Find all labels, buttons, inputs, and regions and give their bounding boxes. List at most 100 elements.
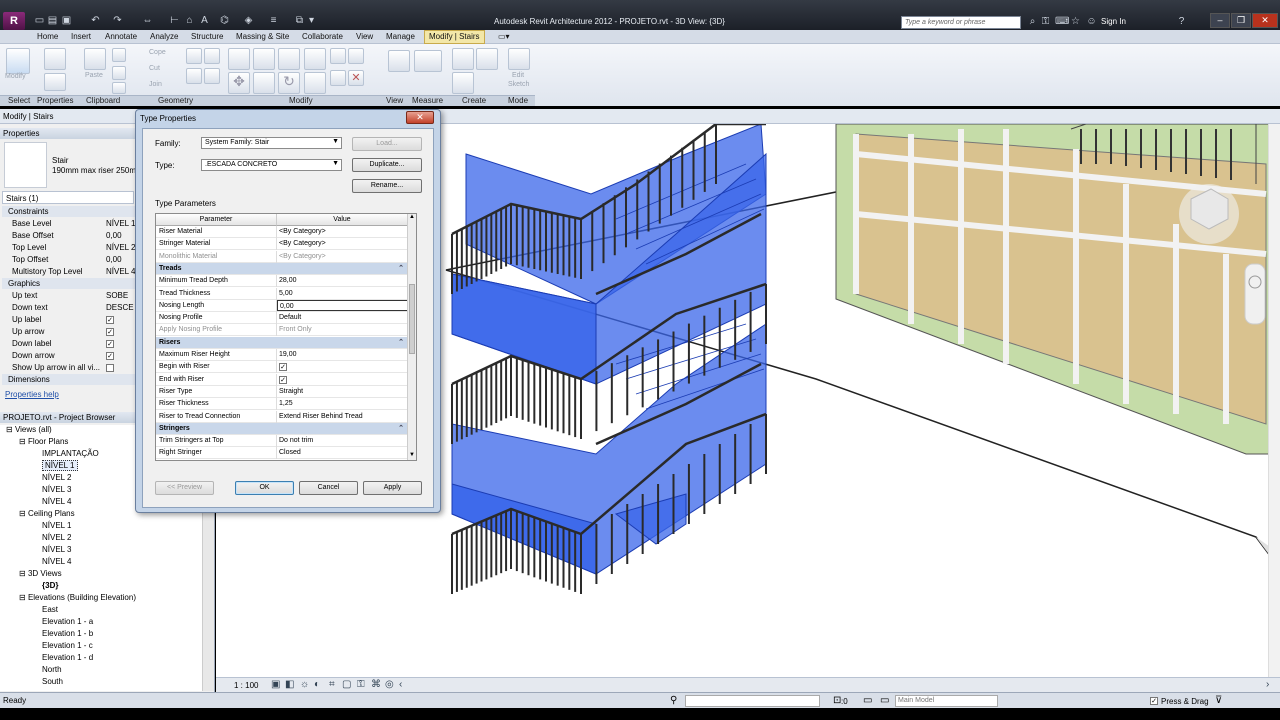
parameter-value[interactable]: Closed <box>279 447 301 458</box>
parameter-row[interactable]: Right Stringer Closed <box>156 447 408 460</box>
property-row[interactable]: Down arrow ✓ <box>2 350 136 362</box>
parameter-row[interactable]: Riser Type Straight <box>156 385 408 398</box>
parameter-value[interactable]: <By Category> <box>279 226 326 237</box>
temp-hide-icon[interactable]: ⌘ <box>371 679 381 690</box>
geometry-tool-icon[interactable] <box>186 48 202 64</box>
join-button[interactable]: Join <box>149 81 162 88</box>
favorites-icon[interactable]: ☆ <box>1070 16 1081 27</box>
browser-item[interactable]: ⊟ Floor Plans <box>19 437 68 446</box>
browser-item[interactable]: ⊟ 3D Views <box>19 569 62 578</box>
section-icon[interactable]: ◈ <box>243 15 254 26</box>
parameter-value[interactable]: Extend Riser Behind Tread <box>279 411 363 422</box>
parameter-value[interactable]: 1,25 <box>279 398 293 409</box>
browser-item[interactable]: NÍVEL 4 <box>42 557 72 566</box>
property-row[interactable]: Show Up arrow in all vi... <box>2 362 136 374</box>
create-group-icon[interactable] <box>476 48 498 70</box>
column-header-parameter[interactable]: Parameter <box>156 214 277 226</box>
browser-item[interactable]: ⊟ Elevations (Building Elevation) <box>19 593 136 602</box>
app-logo[interactable]: R <box>3 12 25 30</box>
parameter-value[interactable]: Do not trim <box>279 435 313 446</box>
rotate-icon[interactable]: ↻ <box>278 72 300 94</box>
tab-insert[interactable]: Insert <box>71 32 91 41</box>
load-button[interactable]: Load... <box>352 137 422 151</box>
instance-selector[interactable]: Stairs (1) <box>2 191 134 204</box>
detail-level-icon[interactable]: ▣ <box>271 679 280 690</box>
thin-lines-icon[interactable]: ≡ <box>268 15 279 26</box>
dimension-icon[interactable]: ⊢ <box>169 15 180 26</box>
type-dropdown[interactable]: .ESCADA CONCRETO ▼ <box>201 159 342 171</box>
paint-icon[interactable] <box>204 68 220 84</box>
parameter-row[interactable]: Riser to Tread Connection Extend Riser Be… <box>156 410 408 423</box>
browser-item[interactable]: ⊟ Views (all) <box>6 425 52 434</box>
property-value[interactable]: NÍVEL 2 <box>106 242 136 254</box>
properties-icon[interactable] <box>44 73 66 91</box>
parameter-row[interactable]: Nosing Length 0,00 <box>156 299 408 312</box>
parameter-value[interactable]: 0,00 <box>277 299 408 311</box>
ok-button[interactable]: OK <box>235 481 294 495</box>
parameter-value[interactable]: 19,00 <box>279 349 297 360</box>
property-row[interactable]: Top Offset 0,00 <box>2 254 136 266</box>
cope-button[interactable]: Cope <box>149 49 166 56</box>
property-category[interactable]: Dimensions <box>2 374 136 385</box>
property-category[interactable]: Constraints <box>2 206 136 217</box>
tab-manage[interactable]: Manage <box>386 32 415 41</box>
cut-icon[interactable] <box>112 66 126 80</box>
parameter-row[interactable]: Maximum Riser Height 19,00 <box>156 349 408 361</box>
trim-icon[interactable] <box>304 48 326 70</box>
browser-item[interactable]: NÍVEL 2 <box>42 533 72 542</box>
tab-annotate[interactable]: Annotate <box>105 32 137 41</box>
property-value[interactable]: SOBE <box>106 290 128 302</box>
minimize-ribbon-icon[interactable]: ▭▾ <box>498 32 510 41</box>
vertical-scrollbar[interactable] <box>1268 124 1280 677</box>
parameter-value[interactable]: Front Only <box>279 324 312 335</box>
create-parts-icon[interactable] <box>452 72 474 94</box>
edit-sketch-icon[interactable] <box>508 48 530 70</box>
parameter-value[interactable]: ✓ <box>279 375 287 384</box>
property-row[interactable]: Base Offset 0,00 <box>2 230 136 242</box>
sign-in-link[interactable]: Sign In <box>1101 17 1126 26</box>
parameter-group[interactable]: Treads ⌃ <box>156 262 408 275</box>
scroll-up-icon[interactable]: ▲ <box>408 214 416 224</box>
switch-windows-icon[interactable]: ▾ <box>306 15 317 26</box>
parameter-row[interactable]: End with Riser ✓ <box>156 373 408 386</box>
parameter-value[interactable]: Straight <box>279 386 303 397</box>
property-row[interactable]: Up text SOBE <box>2 290 136 302</box>
dialog-close-button[interactable]: ✕ <box>406 111 434 124</box>
open-icon[interactable]: ▤ <box>47 15 58 26</box>
copy-icon[interactable] <box>112 48 126 62</box>
workset-dropdown[interactable] <box>685 695 820 707</box>
subscription-icon[interactable]: ⚿ <box>1040 16 1051 27</box>
parameter-value[interactable]: Default <box>279 312 301 323</box>
browser-item[interactable]: East <box>42 605 58 614</box>
scroll-down-icon[interactable]: ▼ <box>408 452 416 460</box>
parameter-group[interactable]: Risers ⌃ <box>156 336 408 349</box>
measure-icon[interactable]: ⇔ <box>142 15 153 26</box>
property-value[interactable]: ✓ <box>106 340 114 348</box>
maximize-button[interactable]: ❐ <box>1231 13 1251 28</box>
property-value[interactable]: ✓ <box>106 352 114 360</box>
parameter-row[interactable]: Riser Thickness 1,25 <box>156 398 408 411</box>
property-value[interactable]: 0,00 <box>106 254 122 266</box>
user-icon[interactable]: ☺ <box>1086 16 1097 27</box>
filter-icon[interactable]: ⊽ <box>1215 695 1222 706</box>
rename-button[interactable]: Rename... <box>352 179 422 193</box>
property-value[interactable]: ✓ <box>106 328 114 336</box>
collapse-icon[interactable]: ⊟ <box>19 593 28 602</box>
property-row[interactable]: Multistory Top Level NÍVEL 4 <box>2 266 136 278</box>
design-options-icon[interactable]: ▭ <box>863 695 872 706</box>
parameter-row[interactable]: Begin with Riser ✓ <box>156 361 408 374</box>
minimize-button[interactable]: – <box>1210 13 1230 28</box>
copy-element-icon[interactable] <box>253 72 275 94</box>
browser-item[interactable]: Elevation 1 - c <box>42 641 93 650</box>
parameter-value[interactable]: <By Category> <box>279 251 326 262</box>
parameter-row[interactable]: Tread Thickness 5,00 <box>156 287 408 300</box>
browser-item[interactable]: NÍVEL 3 <box>42 545 72 554</box>
align-icon[interactable] <box>228 48 250 70</box>
search-input[interactable]: Type a keyword or phrase <box>901 16 1021 29</box>
hide-in-view-icon[interactable] <box>388 50 410 72</box>
tab-view[interactable]: View <box>356 32 373 41</box>
wall-joins-icon[interactable] <box>204 48 220 64</box>
tab-modify-stairs[interactable]: Modify | Stairs <box>424 30 485 44</box>
collapse-group-icon[interactable]: ⌃ <box>398 263 404 274</box>
array-icon[interactable] <box>330 48 346 64</box>
